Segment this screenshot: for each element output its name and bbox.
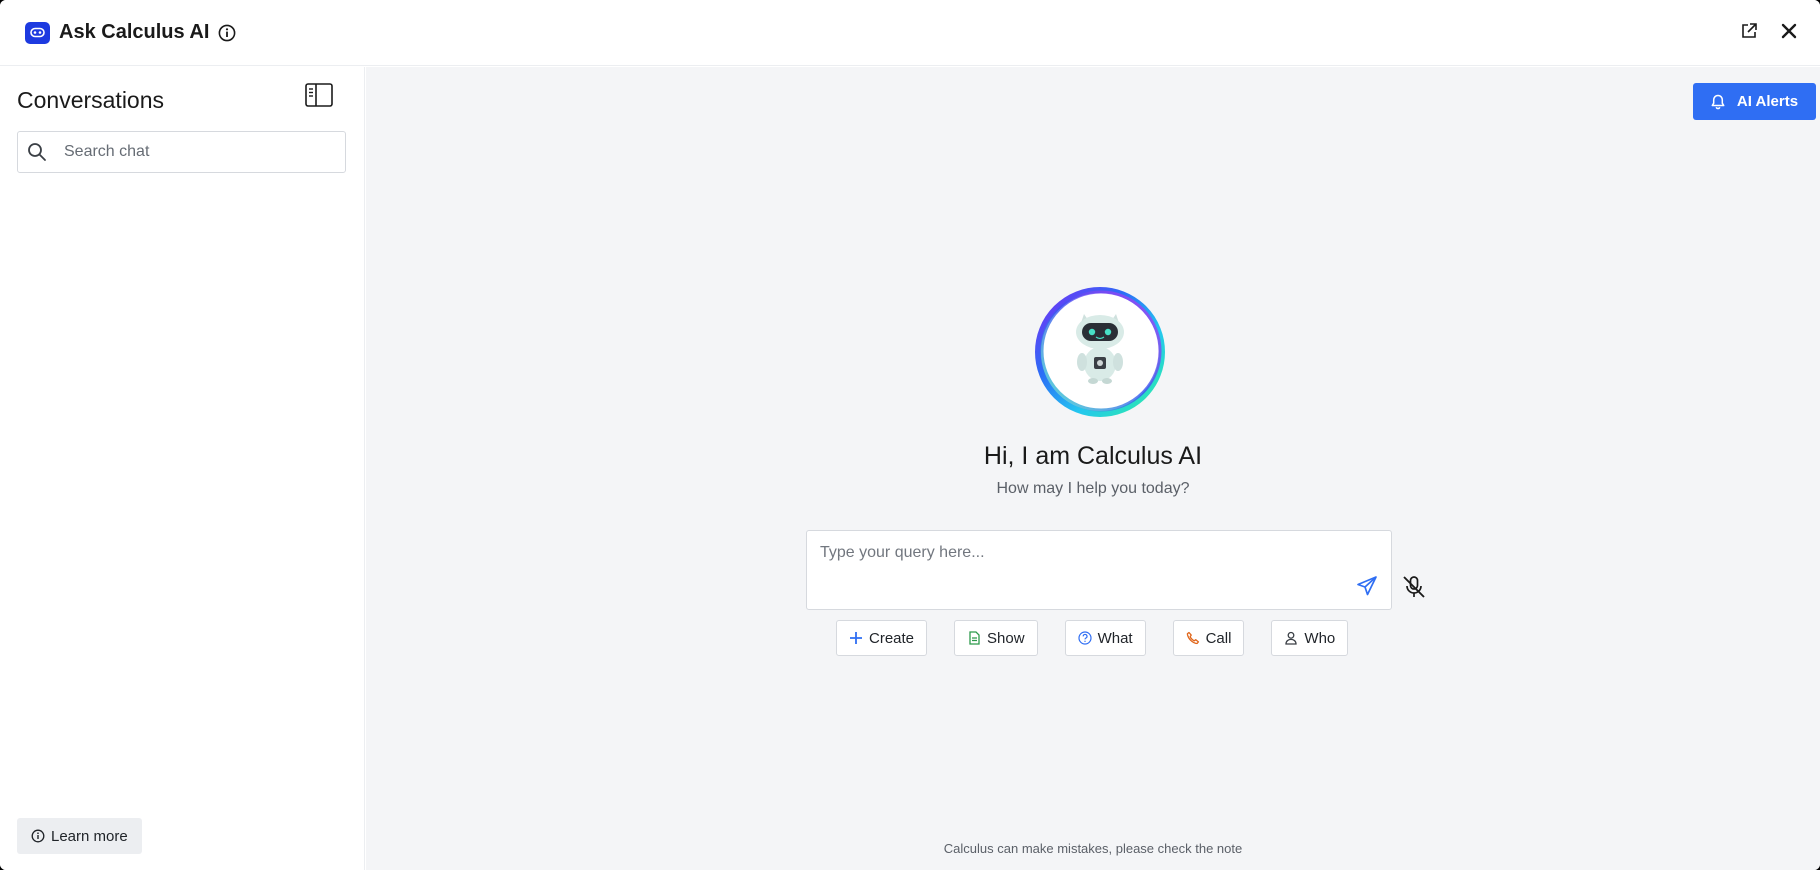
question-icon [1077,631,1092,645]
user-icon [1284,631,1298,645]
chip-label: Who [1304,629,1336,647]
info-icon [31,829,45,843]
microphone-off-icon[interactable] [1400,573,1428,601]
conversations-sidebar: Conversations Search chat Learn more [0,67,365,870]
sidebar-toggle-icon[interactable] [305,83,333,107]
chip-label: Create [869,629,915,647]
chip-create[interactable]: Create [836,620,928,656]
search-icon [27,142,47,162]
greeting-subtitle: How may I help you today? [996,480,1190,497]
dialog-title: Ask Calculus AI [59,21,210,43]
ai-alerts-button[interactable]: AI Alerts [1693,83,1816,120]
learn-more-label: Learn more [51,827,128,845]
close-icon[interactable] [1778,20,1800,42]
learn-more-button[interactable]: Learn more [17,818,142,854]
chip-label: Show [987,629,1025,647]
chat-main-panel: AI Alerts Hi, I am Calculus AI How may I… [366,67,1820,870]
search-chat-input[interactable] [64,143,314,161]
disclaimer-text: Calculus can make mistakes, please check… [943,841,1243,856]
send-icon[interactable] [1356,575,1378,597]
chip-who[interactable]: Who [1271,620,1349,656]
calculus-ai-avatar [1030,282,1170,422]
search-box [17,131,346,173]
chip-what[interactable]: What [1064,620,1146,656]
dialog-header: Ask Calculus AI [0,0,1820,66]
suggestion-chips: Create Show What Call Who [836,620,1349,656]
query-input[interactable] [820,539,1340,567]
ai-alerts-label: AI Alerts [1736,93,1799,110]
ask-calculus-dialog: Ask Calculus AI Conversations Search cha… [0,0,1820,870]
robot-logo-icon [25,21,50,44]
chip-call[interactable]: Call [1172,620,1245,656]
chip-label: What [1097,629,1133,647]
info-icon[interactable] [218,24,236,42]
chip-label: Call [1205,629,1232,647]
bell-icon [1711,94,1725,109]
open-external-icon[interactable] [1738,20,1760,42]
plus-icon [849,631,863,645]
document-icon [967,631,981,645]
sidebar-title: Conversations [17,87,165,113]
query-box [806,530,1392,610]
greeting-title: Hi, I am Calculus AI [983,442,1203,470]
chip-show[interactable]: Show [954,620,1038,656]
phone-icon [1186,631,1200,645]
